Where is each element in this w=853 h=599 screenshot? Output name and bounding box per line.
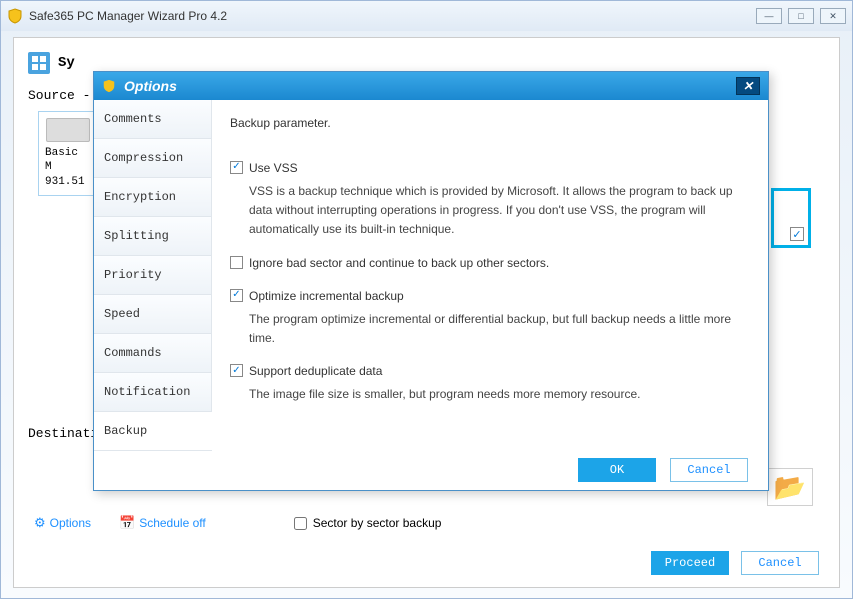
sidebar-item-encryption[interactable]: Encryption <box>94 178 212 217</box>
sidebar-item-notification[interactable]: Notification <box>94 373 212 412</box>
dialog-heading: Backup parameter. <box>230 114 750 133</box>
application-window: Safe365 PC Manager Wizard Pro 4.2 — □ ✕ … <box>0 0 853 599</box>
optimize-incremental-checkbox[interactable]: ✓ <box>230 289 243 302</box>
schedule-link[interactable]: 📅 Schedule off <box>119 515 206 531</box>
dialog-content: Backup parameter. ✓ Use VSS VSS is a bac… <box>212 100 768 451</box>
deduplicate-checkbox[interactable]: ✓ <box>230 364 243 377</box>
browse-destination-button[interactable]: 📂 <box>767 468 813 506</box>
sidebar-item-priority[interactable]: Priority <box>94 256 212 295</box>
windows-flag-icon <box>28 52 50 74</box>
deduplicate-description: The image file size is smaller, but prog… <box>249 385 750 404</box>
partition-select-box[interactable]: ✓ <box>771 188 811 248</box>
ignore-bad-sector-checkbox[interactable] <box>230 256 243 269</box>
dialog-sidebar: Comments Compression Encryption Splittin… <box>94 100 212 451</box>
use-vss-checkbox[interactable]: ✓ <box>230 161 243 174</box>
dialog-ok-button[interactable]: OK <box>578 458 656 482</box>
dialog-footer: OK Cancel <box>94 451 768 490</box>
sector-backup-checkbox[interactable] <box>294 517 307 530</box>
ignore-bad-sector-label: Ignore bad sector and continue to back u… <box>249 254 549 273</box>
dialog-title: Options <box>124 78 177 94</box>
partition-checkbox[interactable]: ✓ <box>790 227 804 241</box>
gear-icon: ⚙ <box>34 515 46 531</box>
disk-card[interactable]: Basic M 931.51 <box>38 111 98 196</box>
main-button-row: Proceed Cancel <box>651 551 819 575</box>
sidebar-item-backup[interactable]: Backup <box>94 412 212 451</box>
disk-size: 931.51 <box>45 175 91 189</box>
app-shield-icon <box>7 8 23 24</box>
schedule-link-label: Schedule off <box>139 516 206 530</box>
window-titlebar: Safe365 PC Manager Wizard Pro 4.2 — □ ✕ <box>1 1 852 31</box>
sector-backup-label: Sector by sector backup <box>313 516 442 530</box>
sidebar-item-speed[interactable]: Speed <box>94 295 212 334</box>
use-vss-description: VSS is a backup technique which is provi… <box>249 182 750 240</box>
deduplicate-label: Support deduplicate data <box>249 362 382 381</box>
calendar-icon: 📅 <box>119 515 135 531</box>
maximize-button[interactable]: □ <box>788 8 814 24</box>
window-controls: — □ ✕ <box>756 8 846 24</box>
sector-backup-option: Sector by sector backup <box>294 516 442 530</box>
options-link-label: Options <box>50 516 91 530</box>
sidebar-item-comments[interactable]: Comments <box>94 100 212 139</box>
sidebar-item-splitting[interactable]: Splitting <box>94 217 212 256</box>
proceed-button[interactable]: Proceed <box>651 551 729 575</box>
close-window-button[interactable]: ✕ <box>820 8 846 24</box>
sidebar-item-commands[interactable]: Commands <box>94 334 212 373</box>
tab-system[interactable]: Sy <box>58 55 75 71</box>
optimize-incremental-label: Optimize incremental backup <box>249 287 404 306</box>
sidebar-item-compression[interactable]: Compression <box>94 139 212 178</box>
cancel-button[interactable]: Cancel <box>741 551 819 575</box>
optimize-incremental-description: The program optimize incremental or diff… <box>249 310 750 348</box>
dialog-body: Comments Compression Encryption Splittin… <box>94 100 768 451</box>
dialog-shield-icon <box>102 79 116 93</box>
options-dialog: Options ✕ Comments Compression Encryptio… <box>93 71 769 491</box>
disk-name: Basic M <box>45 146 91 175</box>
dialog-titlebar: Options ✕ <box>94 72 768 100</box>
disk-icon <box>46 118 90 142</box>
dialog-cancel-button[interactable]: Cancel <box>670 458 748 482</box>
dialog-close-button[interactable]: ✕ <box>736 77 760 95</box>
minimize-button[interactable]: — <box>756 8 782 24</box>
window-title: Safe365 PC Manager Wizard Pro 4.2 <box>29 9 756 23</box>
use-vss-label: Use VSS <box>249 159 298 178</box>
folder-icon: 📂 <box>774 472 806 503</box>
options-link[interactable]: ⚙ Options <box>34 515 91 531</box>
bottom-options-row: ⚙ Options 📅 Schedule off Sector by secto… <box>34 515 819 531</box>
